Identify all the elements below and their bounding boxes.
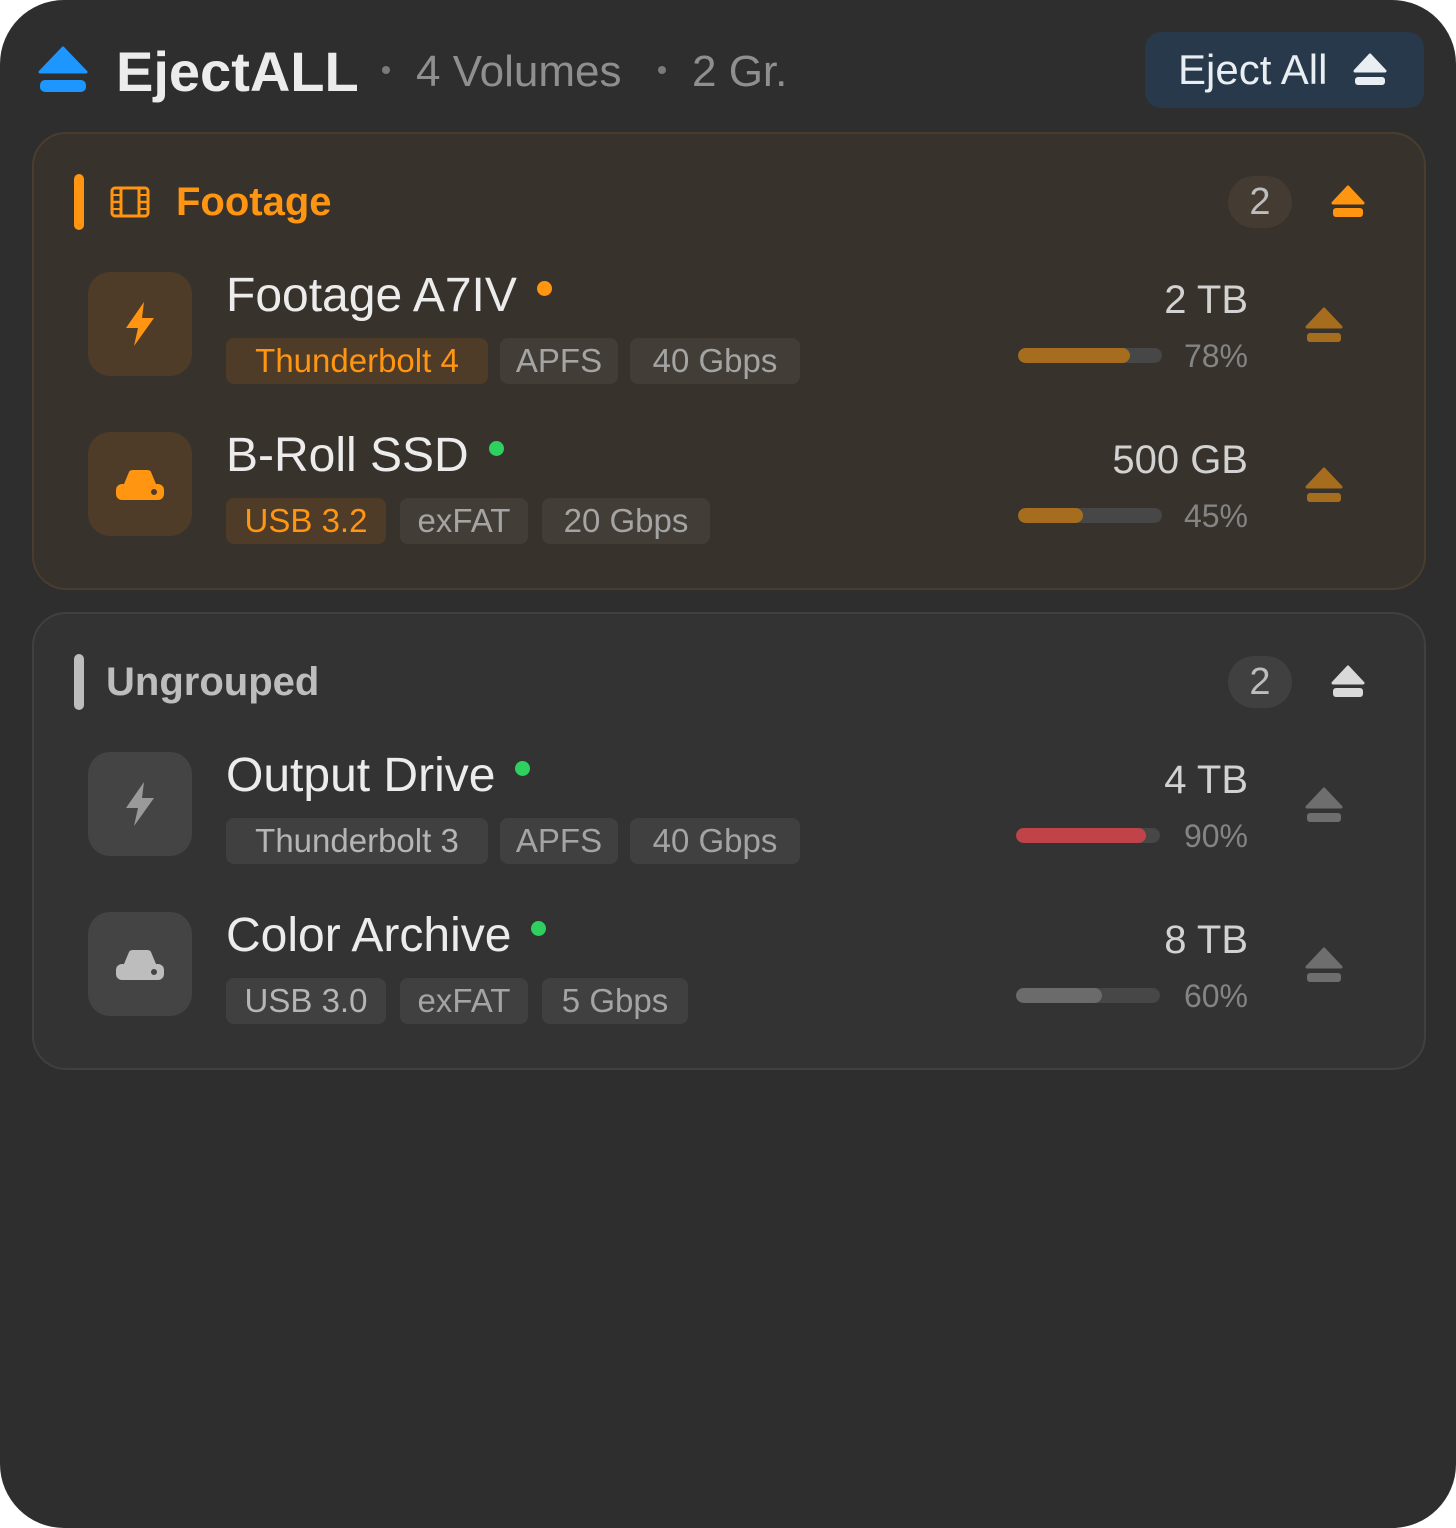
drive-name: Output Drive xyxy=(226,749,496,802)
drive-icon xyxy=(116,470,164,500)
interface-tag: USB 3.0 xyxy=(226,978,386,1024)
usage-percent: 78% xyxy=(1183,338,1248,374)
drive-name: Footage A7IV xyxy=(226,269,517,322)
bolt-icon xyxy=(126,302,154,346)
usage-bar xyxy=(1018,348,1162,363)
usage-bar-fill xyxy=(1018,348,1131,363)
capacity-label: 4 TB xyxy=(1164,758,1248,802)
interface-tag: Thunderbolt 4 xyxy=(226,338,488,384)
usage-bar xyxy=(1018,508,1162,523)
group-title: Ungrouped xyxy=(106,660,320,704)
usage-percent: 60% xyxy=(1183,978,1248,1014)
usage-bar xyxy=(1016,828,1160,843)
group-count-badge: 2 xyxy=(1228,656,1292,708)
drive-tile xyxy=(88,432,192,536)
status-dot xyxy=(488,440,504,456)
filesystem-tag: exFAT xyxy=(400,498,528,544)
group-count-badge: 2 xyxy=(1228,176,1292,228)
speed-tag: 20 Gbps xyxy=(542,498,710,544)
eject-icon xyxy=(1353,53,1387,85)
speed-tag: 40 Gbps xyxy=(630,338,800,384)
usage-bar-fill xyxy=(1018,508,1083,523)
usage-percent: 90% xyxy=(1183,818,1248,854)
speed-tag: 5 Gbps xyxy=(542,978,688,1024)
group-footage: Footage 2 Footage A7IV Thunderbolt 4 APF… xyxy=(32,132,1426,590)
usage-bar-fill xyxy=(1016,828,1146,843)
group-ungrouped: Ungrouped 2 Output Drive Thunderbolt 3 A… xyxy=(32,612,1426,1070)
drive-row-footage-a7iv[interactable]: Footage A7IV xyxy=(226,268,552,324)
capacity-label: 500 GB xyxy=(1112,438,1248,482)
eject-icon xyxy=(38,46,88,92)
app-title: EjectALL xyxy=(116,40,359,103)
interface-tag: USB 3.2 xyxy=(226,498,386,544)
capacity-label: 2 TB xyxy=(1164,278,1248,322)
status-dot xyxy=(515,760,531,776)
volume-count: 4 Volumes xyxy=(416,47,622,96)
speed-tag: 40 Gbps xyxy=(630,818,800,864)
eject-button[interactable] xyxy=(1304,786,1344,824)
drive-name: B-Roll SSD xyxy=(226,429,469,482)
capacity-label: 8 TB xyxy=(1164,918,1248,962)
usage-bar xyxy=(1016,988,1160,1003)
status-dot xyxy=(536,280,552,296)
drive-row-output-drive[interactable]: Output Drive xyxy=(226,748,531,804)
filesystem-tag: APFS xyxy=(500,338,618,384)
eject-button[interactable] xyxy=(1304,946,1344,984)
group-eject-button[interactable] xyxy=(1330,184,1366,220)
drive-tile xyxy=(88,272,192,376)
ejectall-window: EjectALL 4 Volumes 2 Gr. Eject All Foota… xyxy=(0,0,1456,1528)
drive-icon xyxy=(116,950,164,980)
group-eject-button[interactable] xyxy=(1330,664,1366,700)
group-accent-bar xyxy=(74,654,84,710)
filesystem-tag: APFS xyxy=(500,818,618,864)
interface-tag: Thunderbolt 3 xyxy=(226,818,488,864)
film-icon xyxy=(110,186,150,218)
eject-button[interactable] xyxy=(1304,306,1344,344)
separator-dot xyxy=(382,66,390,74)
eject-all-label: Eject All xyxy=(1178,46,1328,93)
drive-tile xyxy=(88,912,192,1016)
drive-tile xyxy=(88,752,192,856)
drive-row-b-roll-ssd[interactable]: B-Roll SSD xyxy=(226,428,504,484)
eject-button[interactable] xyxy=(1304,466,1344,504)
filesystem-tag: exFAT xyxy=(400,978,528,1024)
usage-percent: 45% xyxy=(1183,498,1248,534)
separator-dot xyxy=(658,66,666,74)
group-count: 2 Gr. xyxy=(692,47,788,96)
drive-row-color-archive[interactable]: Color Archive xyxy=(226,908,547,964)
status-dot xyxy=(531,920,547,936)
bolt-icon xyxy=(126,782,154,826)
group-title: Footage xyxy=(176,180,332,224)
usage-bar-fill xyxy=(1016,988,1103,1003)
eject-all-button[interactable]: Eject All xyxy=(1145,32,1424,108)
drive-name: Color Archive xyxy=(226,909,512,962)
group-accent-bar xyxy=(74,174,84,230)
